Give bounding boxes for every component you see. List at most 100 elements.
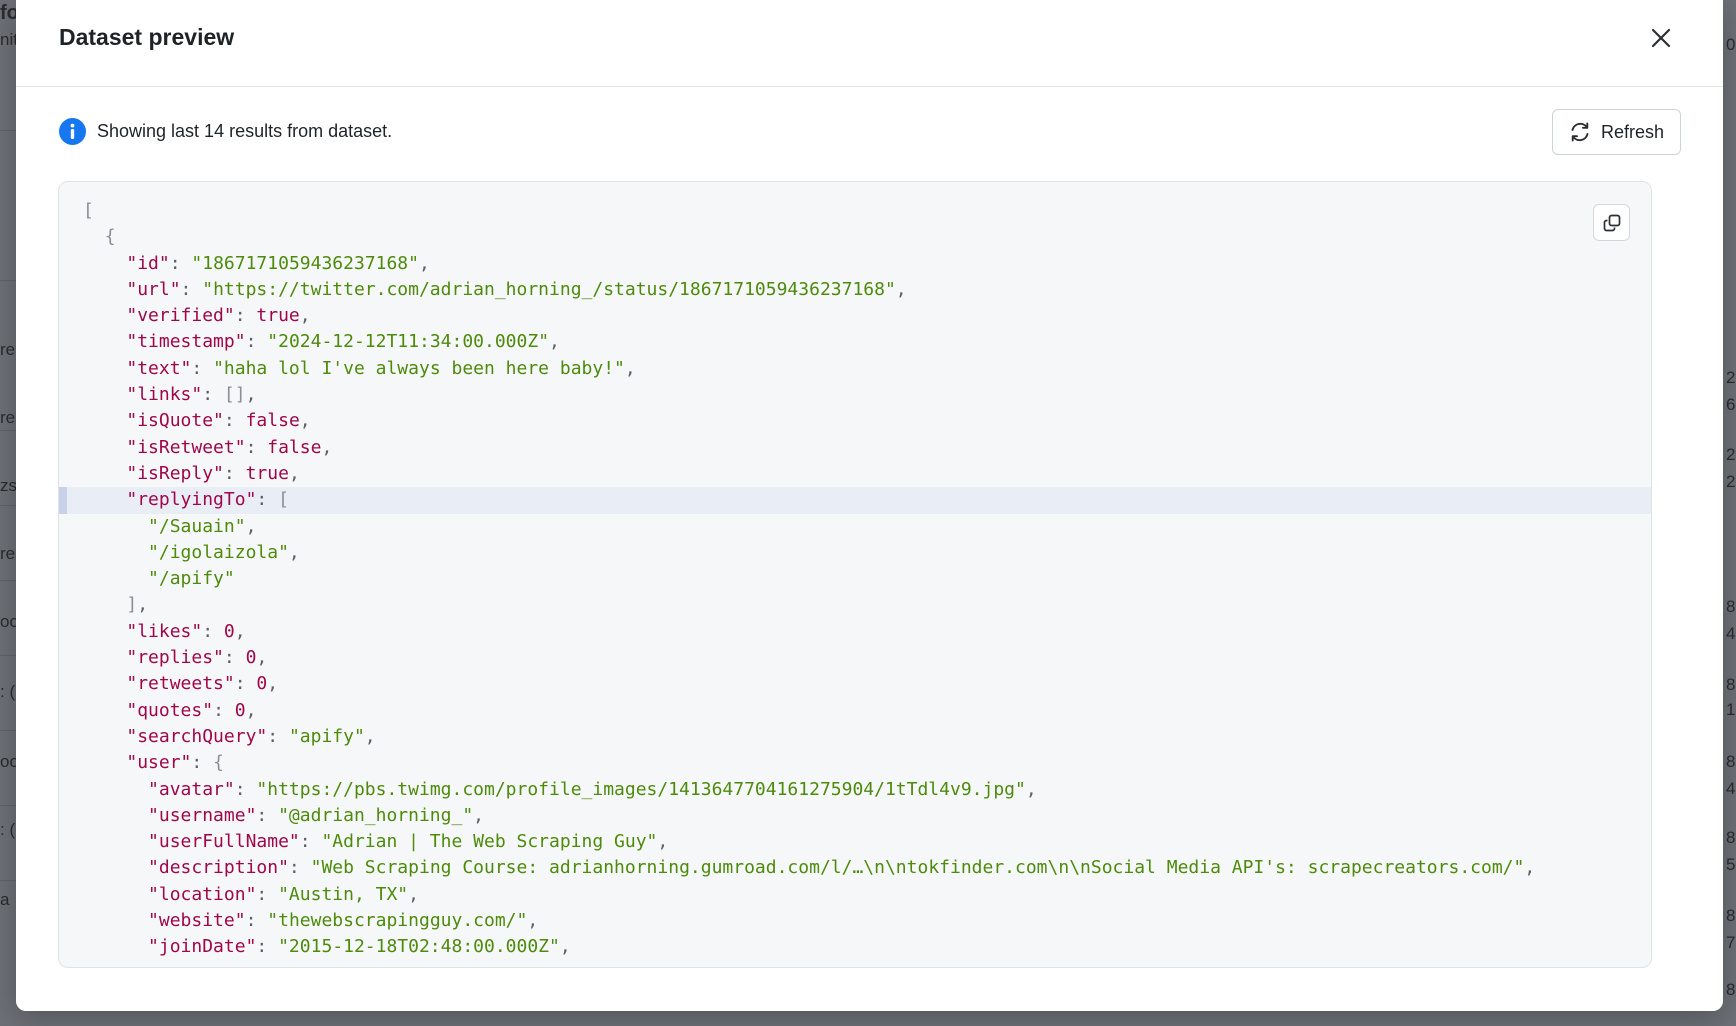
refresh-button[interactable]: Refresh: [1552, 109, 1681, 155]
code-token: {: [104, 226, 116, 248]
background-row-divider: [0, 655, 16, 656]
code-token: "timestamp": [126, 331, 246, 353]
code-line: "description": "Web Scraping Course: adr…: [59, 855, 1651, 881]
background-number-fragment: 6: [1726, 395, 1736, 414]
code-token: ,: [299, 305, 311, 327]
code-token: ,: [364, 725, 376, 747]
code-token: :: [256, 489, 279, 511]
background-text-fragment: : (: [0, 820, 16, 839]
close-icon: [1651, 28, 1671, 48]
code-token: ,: [245, 515, 257, 537]
code-line: "likes": 0,: [59, 619, 1651, 645]
code-token: :: [191, 752, 214, 774]
code-token: :: [256, 936, 279, 958]
code-line: ],: [59, 592, 1651, 618]
code-token: :: [180, 278, 203, 300]
code-token: [: [83, 200, 94, 221]
code-token: "retweets": [126, 673, 235, 695]
code-token: [: [278, 489, 289, 511]
code-token: ,: [245, 699, 257, 721]
code-line: "username": "@adrian_horning_",: [59, 803, 1651, 829]
code-token: ,: [1524, 857, 1536, 879]
background-row-divider: [0, 880, 16, 881]
background-number-fragment: 2: [1726, 472, 1736, 491]
code-token: :: [234, 778, 257, 800]
copy-icon: [1603, 214, 1620, 231]
code-token: "/igolaizola": [148, 541, 289, 563]
code-token: :: [245, 331, 268, 353]
code-token: :: [256, 883, 279, 905]
code-token: 0: [234, 699, 246, 721]
code-token: "Austin, TX": [278, 883, 409, 905]
code-line: "replyingTo": [: [59, 487, 1651, 514]
code-token: :: [223, 410, 246, 432]
code-token: ,: [288, 462, 300, 484]
background-number-fragment: 7: [1726, 933, 1736, 952]
code-token: "haha lol I've always been here baby!": [213, 357, 625, 379]
code-token: ,: [895, 278, 907, 300]
code-token: "2015-12-18T02:48:00.000Z": [278, 936, 560, 958]
json-code-panel[interactable]: [ { "id": "1867171059436237168", "url": …: [58, 181, 1652, 968]
code-token: "searchQuery": [126, 725, 268, 747]
code-token: ,: [418, 252, 430, 274]
code-token: {: [213, 752, 224, 774]
code-line: "isQuote": false,: [59, 408, 1651, 434]
refresh-icon: [1571, 122, 1589, 142]
code-token: false: [267, 436, 322, 458]
code-token: false: [245, 410, 300, 432]
code-token: "userFullName": [148, 831, 300, 853]
code-token: :: [213, 699, 235, 721]
code-line: "isReply": true,: [59, 461, 1651, 487]
code-line: "verified": true,: [59, 303, 1651, 329]
code-line: [: [59, 198, 1651, 224]
code-token: "isQuote": [126, 410, 224, 432]
copy-button[interactable]: [1593, 204, 1630, 241]
code-token: ,: [1025, 778, 1037, 800]
code-token: ,: [288, 541, 300, 563]
modal-header: Dataset preview: [16, 0, 1723, 87]
background-number-fragment: 0: [1726, 35, 1736, 54]
code-token: :: [202, 384, 224, 406]
code-token: "user": [126, 752, 192, 774]
background-number-fragment: 8: [1726, 597, 1736, 616]
background-text-fragment: a: [0, 890, 10, 909]
code-token: "thewebscrapingguy.com/": [267, 910, 528, 932]
info-text: Showing last 14 results from dataset.: [97, 121, 393, 141]
code-token: "likes": [126, 620, 203, 642]
code-token: "@adrian_horning_": [278, 804, 474, 826]
background-number-fragment: 8: [1726, 675, 1736, 694]
background-number-fragment: 4: [1726, 779, 1736, 798]
code-token: []: [223, 384, 246, 406]
code-token: "Adrian | The Web Scraping Guy": [321, 831, 658, 853]
background-row-divider: [0, 280, 16, 281]
code-token: ,: [408, 883, 419, 905]
code-token: :: [256, 804, 279, 826]
refresh-label: Refresh: [1600, 121, 1665, 142]
background-row-divider: [0, 805, 16, 806]
code-token: :: [223, 647, 246, 669]
code-token: "avatar": [148, 778, 235, 800]
code-token: :: [234, 305, 257, 327]
code-line: "searchQuery": "apify",: [59, 724, 1651, 750]
code-line: "/Sauain",: [59, 514, 1651, 540]
close-button[interactable]: [1641, 18, 1681, 58]
code-token: ,: [559, 936, 571, 958]
code-token: "1867171059436237168": [191, 252, 419, 274]
modal-title: Dataset preview: [59, 24, 235, 50]
code-token: ,: [527, 910, 539, 932]
code-token: "id": [126, 252, 170, 274]
code-line: "userFullName": "Adrian | The Web Scrapi…: [59, 829, 1651, 855]
code-token: ,: [299, 410, 311, 432]
code-token: true: [245, 462, 289, 484]
code-line: "replies": 0,: [59, 645, 1651, 671]
background-number-fragment: 1: [1726, 700, 1736, 719]
code-token: "description": [148, 857, 289, 879]
background-row-divider: [0, 730, 16, 731]
code-line: "location": "Austin, TX",: [59, 882, 1651, 908]
code-token: ,: [137, 594, 149, 616]
code-line: "avatar": "https://pbs.twimg.com/profile…: [59, 777, 1651, 803]
code-token: "apify": [288, 725, 365, 747]
code-line: "joinDate": "2015-12-18T02:48:00.000Z",: [59, 934, 1651, 960]
code-token: "website": [148, 910, 246, 932]
code-token: "2024-12-12T11:34:00.000Z": [267, 331, 550, 353]
